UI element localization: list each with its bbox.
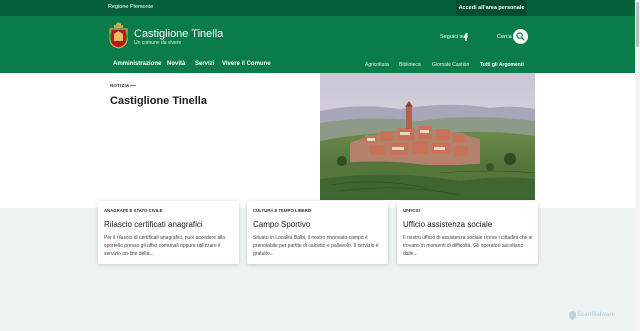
card-category[interactable]: UFFICIO — [403, 208, 420, 213]
facebook-icon[interactable] — [463, 33, 469, 41]
hero-title[interactable]: Castiglione Tinella — [110, 95, 207, 107]
page-scrollbar[interactable] — [635, 0, 640, 331]
card-title[interactable]: Ufficio assistenza sociale — [403, 220, 492, 229]
kicker-divider — [130, 85, 136, 86]
nav-tutti-argomenti[interactable]: Tutti gli Argomenti — [480, 62, 524, 68]
nav-servizi[interactable]: Servizi — [195, 61, 214, 67]
social-label: Seguici su — [440, 34, 466, 40]
card-category[interactable]: ANAGRAFE E STATO CIVILE — [104, 208, 163, 213]
top-bar: Regione Piemonte Accedi all'area persona… — [0, 0, 640, 16]
card-description: Il nostro ufficio di assistenza sociale … — [403, 235, 533, 257]
site-title[interactable]: Castiglione Tinella — [134, 28, 223, 40]
nav-amministrazione[interactable]: Amministrazione — [113, 61, 161, 67]
region-link[interactable]: Regione Piemonte — [108, 4, 153, 10]
nav-giornale[interactable]: Giornale Castiòn — [432, 62, 469, 68]
personal-area-login-button[interactable]: Accedi all'area personale — [456, 0, 527, 16]
service-card-anagrafe[interactable]: ANAGRAFE E STATO CIVILE Rilascio certifi… — [98, 201, 239, 264]
card-title[interactable]: Campo Sportivo — [253, 220, 310, 229]
search-icon — [516, 32, 525, 41]
scrollbar-thumb[interactable] — [636, 2, 639, 47]
nav-novita[interactable]: Novità — [167, 61, 185, 67]
nav-vivere-il-comune[interactable]: Vivere il Comune — [222, 61, 271, 67]
nav-biblioteca[interactable]: Biblioteca — [399, 62, 421, 68]
news-kicker: NOTIZIA — [110, 83, 130, 88]
service-card-assistenza-sociale[interactable]: UFFICIO Ufficio assistenza sociale Il no… — [397, 201, 538, 264]
search-label: Cerca — [497, 34, 512, 40]
card-title[interactable]: Rilascio certificati anagrafici — [104, 220, 203, 229]
service-card-campo-sportivo[interactable]: CULTURA E TEMPO LIBERO Campo Sportivo Si… — [247, 201, 388, 264]
nav-agricoltura[interactable]: Agricoltura — [365, 62, 389, 68]
search-button[interactable] — [513, 29, 528, 44]
site-subtitle: Un comune da vivere — [134, 40, 182, 46]
site-header: Castiglione Tinella Un comune da vivere … — [0, 16, 640, 73]
hero-village-photo[interactable] — [320, 73, 535, 200]
municipal-crest-icon[interactable] — [108, 22, 129, 49]
watermark-text: ScanMalware — [577, 312, 616, 318]
card-description: Per il rilascio di certificati anagrafic… — [104, 235, 226, 257]
card-description: Situato in Località Balbi, il nostro rin… — [253, 235, 379, 257]
shield-icon — [569, 311, 576, 320]
card-category[interactable]: CULTURA E TEMPO LIBERO — [253, 208, 311, 213]
